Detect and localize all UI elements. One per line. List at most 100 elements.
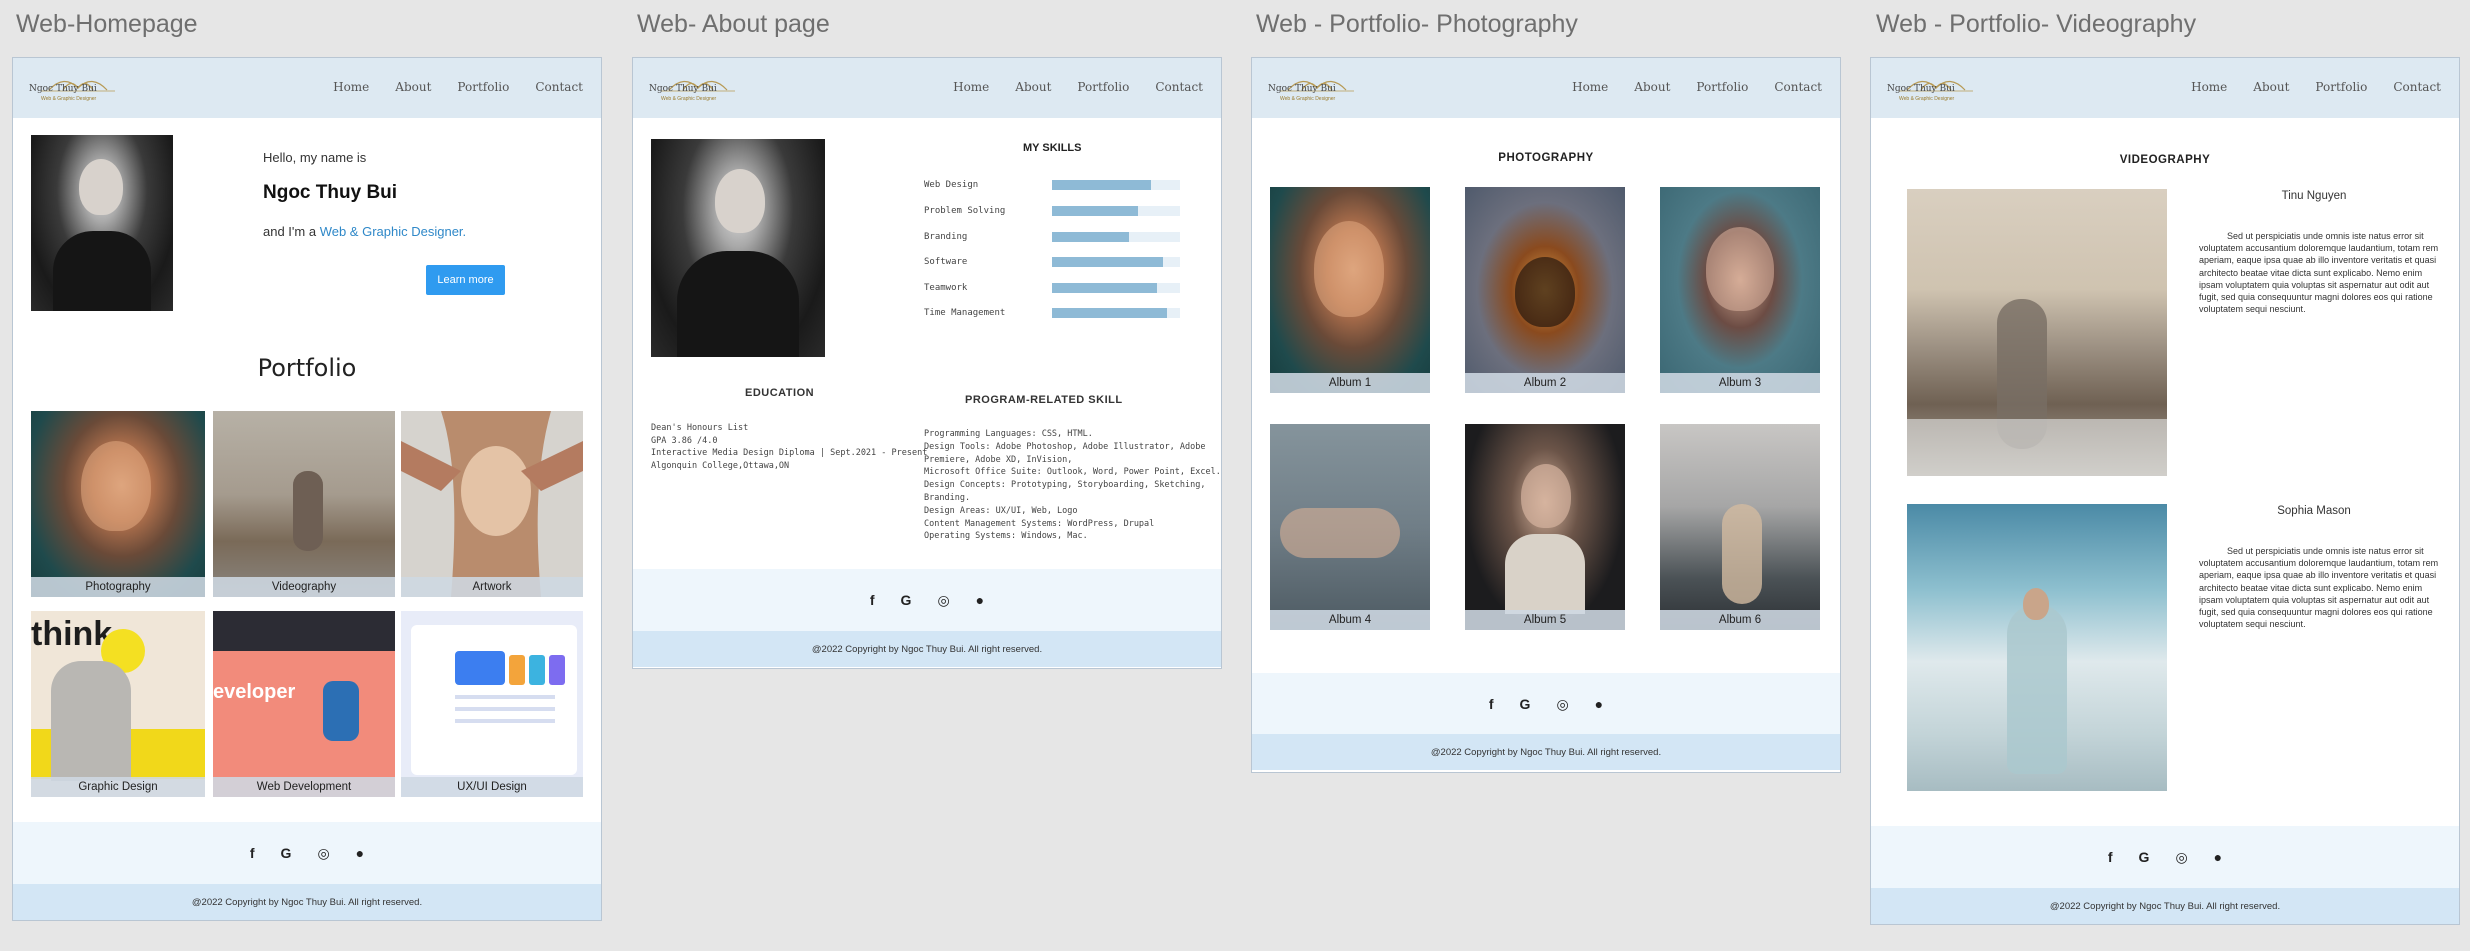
skill-label: Time Management [924,308,1006,318]
board-title-about: Web- About page [637,10,830,38]
program-line: Programming Languages: CSS, HTML. [924,429,1093,439]
copyright-bar: @2022 Copyright by Ngoc Thuy Bui. All ri… [13,884,601,920]
nav-home[interactable]: Home [953,80,989,94]
greeting-text: Hello, my name is [263,150,367,165]
nav-contact[interactable]: Contact [2393,80,2441,94]
tile-photography[interactable]: Photography [31,411,205,597]
github-icon[interactable]: ● [1595,696,1603,712]
video-thumbnail[interactable] [1907,504,2167,791]
nav-home[interactable]: Home [2191,80,2227,94]
tile-ux-ui-design[interactable]: UX/UI Design [401,611,583,797]
logo-name: Ngoc Thuy Bui [29,84,97,94]
nav-about[interactable]: About [1015,80,1051,94]
video-thumbnail[interactable] [1907,189,2167,476]
facebook-icon[interactable]: f [250,845,255,861]
copyright-bar: @2022 Copyright by Ngoc Thuy Bui. All ri… [1871,888,2459,924]
album-card[interactable]: Album 4 [1270,424,1430,630]
instagram-icon[interactable]: ◎ [1556,696,1568,713]
logo-subtitle: Web & Graphic Designer [1899,96,1955,102]
google-icon[interactable]: G [2139,849,2150,865]
nav-portfolio[interactable]: Portfolio [457,80,509,94]
education-line: Interactive Media Design Diploma | Sept.… [651,448,928,458]
nav-portfolio[interactable]: Portfolio [1077,80,1129,94]
skill-label: Web Design [924,180,979,190]
logo-name: Ngoc Thuy Bui [1268,84,1336,94]
skill-fill [1052,206,1138,216]
instagram-icon[interactable]: ◎ [2175,849,2187,866]
video-description: Sed ut perspiciatis unde omnis iste natu… [2199,546,2439,630]
tile-label: Web Development [213,777,395,797]
album-card[interactable]: Album 2 [1465,187,1625,393]
tile-web-development[interactable]: eveloper Web Development [213,611,395,797]
facebook-icon[interactable]: f [1489,696,1494,712]
skill-label: Teamwork [924,283,968,293]
google-icon[interactable]: G [281,845,292,861]
social-bar: f G ◎ ● [1252,673,1840,735]
nav-home[interactable]: Home [1572,80,1608,94]
nav-bar: Ngoc Thuy Bui Web & Graphic Designer Hom… [633,58,1221,118]
skill-fill [1052,180,1151,190]
nav-about[interactable]: About [2253,80,2289,94]
skill-bar [1052,308,1180,318]
skill-bar [1052,257,1180,267]
google-icon[interactable]: G [901,592,912,608]
program-line: Operating Systems: Windows, Mac. [924,531,1088,542]
skill-label: Software [924,257,968,267]
nav-contact[interactable]: Contact [1155,80,1203,94]
album-card[interactable]: Album 5 [1465,424,1625,630]
program-line: Design Tools: Adobe Photoshop, Adobe Ill… [924,441,1206,452]
album-label: Album 2 [1465,373,1625,393]
github-icon[interactable]: ● [356,845,364,861]
instagram-icon[interactable]: ◎ [937,592,949,609]
google-icon[interactable]: G [1520,696,1531,712]
video-author: Tinu Nguyen [2281,190,2347,202]
nav-about[interactable]: About [1634,80,1670,94]
tile-videography[interactable]: Videography [213,411,395,597]
logo-name: Ngoc Thuy Bui [1887,84,1955,94]
role-highlight: Web & Graphic Designer. [319,224,467,239]
video-description: Sed ut perspiciatis unde omnis iste natu… [2199,231,2439,315]
nav-contact[interactable]: Contact [1774,80,1822,94]
skill-bar [1052,283,1180,293]
about-profile-photo [651,139,825,357]
nav-portfolio[interactable]: Portfolio [2315,80,2367,94]
social-bar: f G ◎ ● [13,822,601,884]
tile-artwork[interactable]: Artwork [401,411,583,597]
videography-heading: VIDEOGRAPHY [2119,154,2211,166]
hero-name: Ngoc Thuy Bui [263,182,398,203]
education-line: Algonquin College,Ottawa,ON [651,460,790,471]
nav-about[interactable]: About [395,80,431,94]
album-card[interactable]: Album 3 [1660,187,1820,393]
album-card[interactable]: Album 6 [1660,424,1820,630]
tile-label: Videography [213,577,395,597]
tile-label: UX/UI Design [401,777,583,797]
nav-portfolio[interactable]: Portfolio [1696,80,1748,94]
learn-more-button[interactable]: Learn more [426,265,505,295]
program-skill-list: Programming Languages: CSS, HTML. Design… [924,428,1221,543]
skill-label: Branding [924,232,968,242]
program-line: Design Concepts: Prototyping, Storyboard… [924,480,1206,491]
artboard-photography: Ngoc Thuy Bui Web & Graphic Designer Hom… [1251,57,1841,773]
artboard-videography: Ngoc Thuy Bui Web & Graphic Designer Hom… [1870,57,2460,925]
intro-prefix: and I'm a [263,224,317,239]
portfolio-heading: Portfolio [257,354,357,382]
album-card[interactable]: Album 1 [1270,187,1430,393]
skill-fill [1052,308,1168,318]
nav-contact[interactable]: Contact [535,80,583,94]
skill-fill [1052,232,1129,242]
logo-subtitle: Web & Graphic Designer [1280,96,1336,102]
tile-label: Graphic Design [31,777,205,797]
nav-home[interactable]: Home [333,80,369,94]
instagram-icon[interactable]: ◎ [317,845,329,862]
education-line: GPA 3.86 /4.0 [651,435,718,446]
skill-fill [1052,257,1164,267]
github-icon[interactable]: ● [2214,849,2222,865]
tile-graphic-design[interactable]: think Graphic Design [31,611,205,797]
facebook-icon[interactable]: f [2108,849,2113,865]
program-line: Premiere, Adobe XD, InVision, [924,454,1073,465]
nav-bar: Ngoc Thuy Bui Web & Graphic Designer Hom… [13,58,601,118]
github-icon[interactable]: ● [976,592,984,608]
facebook-icon[interactable]: f [870,592,875,608]
board-title-videography: Web - Portfolio- Videography [1876,10,2197,38]
tile-label: Photography [31,577,205,597]
